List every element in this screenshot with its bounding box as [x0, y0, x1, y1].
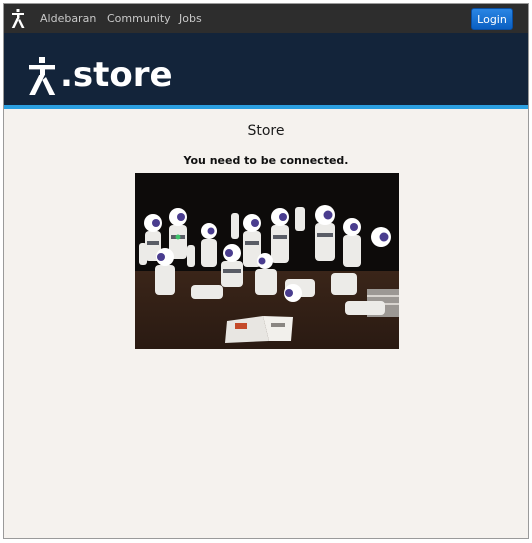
connection-required-message: You need to be connected.: [183, 154, 349, 167]
nav-link-community[interactable]: Community: [107, 12, 171, 25]
top-navigation-bar: Aldebaran Community Jobs Login: [4, 4, 528, 34]
robot-logo-icon[interactable]: [26, 57, 58, 95]
page-title: Store: [247, 123, 285, 139]
nav-link-aldebaran[interactable]: Aldebaran: [40, 12, 96, 25]
store-banner: .store: [4, 33, 528, 105]
banner-accent-stripe: [4, 105, 528, 109]
nav-link-jobs[interactable]: Jobs: [179, 12, 202, 25]
robot-logo-icon[interactable]: [10, 9, 26, 28]
robots-group-photo-art: [135, 173, 399, 349]
browser-page: Aldebaran Community Jobs Login .store St…: [3, 3, 529, 539]
robots-group-photo: [135, 173, 399, 349]
store-brand-text[interactable]: .store: [60, 55, 173, 95]
login-button[interactable]: Login: [471, 8, 513, 30]
